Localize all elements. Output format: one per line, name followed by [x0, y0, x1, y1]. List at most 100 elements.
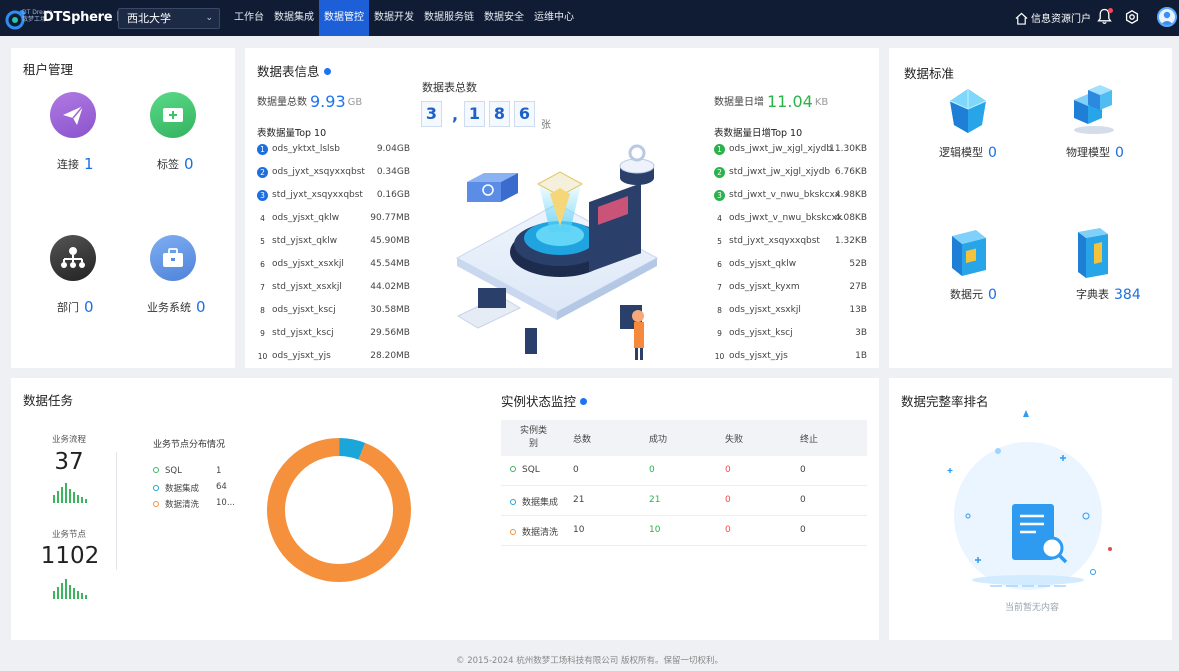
info-icon[interactable]: [580, 398, 588, 405]
user-avatar-icon[interactable]: [1157, 7, 1177, 27]
legend-data-cleaning[interactable]: 数据清洗 10...: [153, 498, 235, 510]
table-row[interactable]: 数据集成 21 21 0 0: [501, 486, 867, 516]
legend-value: 1: [216, 466, 222, 476]
table-name: std_jyxt_xsqyxxqbst: [729, 236, 820, 246]
info-portal-link[interactable]: 信息资源门户: [1015, 10, 1091, 25]
crystal-model-icon[interactable]: [946, 87, 990, 135]
dictionary-label[interactable]: 字典表 384: [1076, 286, 1141, 303]
table-row[interactable]: 数据清洗 10 10 0 0: [501, 516, 867, 546]
node-label: 业务节点: [51, 530, 86, 540]
table-name: std_jyxt_xsqyxxqbst: [272, 190, 363, 200]
instance-monitor-table: 实例类别 总数 成功 失败 终止 SQL 0 0 0 0 数据集成 21 21 …: [501, 420, 867, 546]
header-type-line2: 别: [529, 439, 539, 449]
ranking-row[interactable]: 4 ods_yjsxt_qklw 90.77MB: [257, 210, 410, 233]
main-nav: 工作台 数据集成 数据管控 数据开发 数据服务链 数据安全 运维中心: [229, 0, 579, 36]
daily-top10-title: 表数据量日增Top 10: [714, 128, 803, 139]
ranking-row[interactable]: 6 ods_yjsxt_qklw 52B: [714, 256, 867, 279]
nav-workbench[interactable]: 工作台: [229, 0, 269, 36]
settings-icon[interactable]: [1125, 10, 1139, 24]
node-bars-icon: [53, 579, 87, 599]
ranking-row[interactable]: 1 ods_yktxt_lslsb 9.04GB: [257, 141, 410, 164]
status-dot: [510, 529, 516, 535]
tag-label[interactable]: 标签 0: [157, 155, 194, 173]
nav-data-security[interactable]: 数据安全: [479, 0, 529, 36]
department-label[interactable]: 部门 0: [57, 298, 94, 316]
empty-state-document-icon: [947, 410, 1112, 590]
header-total: 总数: [573, 435, 592, 445]
ranking-row[interactable]: 8 ods_yjsxt_kscj 30.58MB: [257, 302, 410, 325]
copyright-footer: © 2015-2024 杭州数梦工场科技有限公司 版权所有。保留一切权利。: [456, 656, 723, 666]
ranking-row[interactable]: 10 ods_yjsxt_yjs 1B: [714, 348, 867, 371]
counter-digit: 3: [421, 101, 442, 127]
connection-tile-icon[interactable]: [50, 92, 96, 138]
business-system-label[interactable]: 业务系统 0: [147, 298, 206, 316]
tag-label-text: 标签: [157, 158, 179, 171]
legend-data-integration[interactable]: 数据集成 64: [153, 482, 233, 494]
row-success: 10: [649, 525, 661, 535]
ranking-row[interactable]: 2 std_jwxt_jw_xjgl_xjydb 6.76KB: [714, 164, 867, 187]
connection-label[interactable]: 连接 1: [57, 155, 94, 173]
tag-icon: [163, 108, 183, 122]
nav-data-service-chain[interactable]: 数据服务链: [419, 0, 479, 36]
row-fail: 0: [725, 465, 731, 475]
table-size: 9.04GB: [376, 144, 410, 154]
ranking-row[interactable]: 7 ods_yjsxt_kyxm 27B: [714, 279, 867, 302]
physical-model-label[interactable]: 物理模型 0: [1066, 144, 1124, 161]
row-stop: 0: [800, 465, 806, 475]
ranking-row[interactable]: 5 std_yjsxt_qklw 45.90MB: [257, 233, 410, 256]
table-size: 27B: [849, 282, 867, 292]
donut-slice-数据清洗[interactable]: [267, 438, 411, 582]
rank-number: 6: [260, 260, 265, 269]
nav-data-development[interactable]: 数据开发: [369, 0, 419, 36]
ranking-row[interactable]: 3 std_jwxt_v_nwu_bkskcxx 4.98KB: [714, 187, 867, 210]
nav-ops-center[interactable]: 运维中心: [529, 0, 579, 36]
counter-digit: 8: [489, 101, 510, 127]
row-type: SQL: [510, 465, 540, 475]
ranking-row[interactable]: 4 ods_jwxt_v_nwu_bkskcxx 4.08KB: [714, 210, 867, 233]
legend-value: 64: [216, 482, 227, 492]
legend-label: 数据清洗: [165, 500, 200, 510]
logic-model-count: 0: [988, 145, 997, 161]
table-info-title-text: 数据表信息: [257, 64, 320, 79]
table-header: 实例类别 总数 成功 失败 终止: [501, 420, 867, 456]
table-size: 28.20MB: [370, 351, 410, 361]
info-icon[interactable]: [323, 68, 331, 75]
tag-tile-icon[interactable]: [150, 92, 196, 138]
organization-select[interactable]: 西北大学 ⌄: [118, 8, 220, 29]
ranking-row[interactable]: 6 ods_yjsxt_xsxkjl 45.54MB: [257, 256, 410, 279]
daily-increase-unit: KB: [814, 97, 829, 108]
ranking-row[interactable]: 8 ods_yjsxt_xsxkjl 13B: [714, 302, 867, 325]
counter-digit: 1: [464, 101, 485, 127]
ranking-row[interactable]: 7 std_yjsxt_xsxkjl 44.02MB: [257, 279, 410, 302]
cubes-model-icon[interactable]: [1070, 84, 1116, 136]
rank-number: 2: [257, 167, 268, 178]
ranking-row[interactable]: 9 std_yjsxt_kscj 29.56MB: [257, 325, 410, 348]
table-info-title: 数据表信息: [257, 61, 331, 80]
data-element-label[interactable]: 数据元 0: [950, 286, 997, 303]
table-name: ods_yjsxt_yjs: [729, 351, 788, 361]
legend-sql[interactable]: SQL 1: [153, 466, 233, 476]
total-tables-counter: 3 , 1 8 6 张: [421, 101, 551, 131]
legend-value: 10...: [216, 498, 235, 508]
ranking-row[interactable]: 2 ods_jyxt_xsqyxxqbst 0.34GB: [257, 164, 410, 187]
physical-model-label-text: 物理模型: [1066, 146, 1110, 159]
data-element-book-icon[interactable]: [946, 228, 990, 280]
table-size: 4.08KB: [834, 213, 867, 223]
ranking-row[interactable]: 3 std_jyxt_xsqyxxqbst 0.16GB: [257, 187, 410, 210]
org-tree-icon: [61, 247, 85, 268]
legend-dot: [153, 485, 159, 491]
nav-data-integration[interactable]: 数据集成: [269, 0, 319, 36]
department-tile-icon[interactable]: [50, 235, 96, 281]
nav-data-governance[interactable]: 数据管控: [319, 0, 369, 36]
legend-label: SQL: [165, 466, 182, 476]
table-size: 6.76KB: [834, 167, 867, 177]
ranking-row[interactable]: 5 std_jyxt_xsqyxxqbst 1.32KB: [714, 233, 867, 256]
business-system-tile-icon[interactable]: [150, 235, 196, 281]
ranking-row[interactable]: 10 ods_yjsxt_yjs 28.20MB: [257, 348, 410, 371]
ranking-row[interactable]: 9 ods_yjsxt_kscj 3B: [714, 325, 867, 348]
row-total: 0: [573, 465, 579, 475]
ranking-row[interactable]: 1 ods_jwxt_jw_xjgl_xjydb 11.30KB: [714, 141, 867, 164]
table-row[interactable]: SQL 0 0 0 0: [501, 456, 867, 486]
logic-model-label[interactable]: 逻辑模型 0: [939, 144, 997, 161]
dictionary-book-icon[interactable]: [1072, 226, 1114, 280]
